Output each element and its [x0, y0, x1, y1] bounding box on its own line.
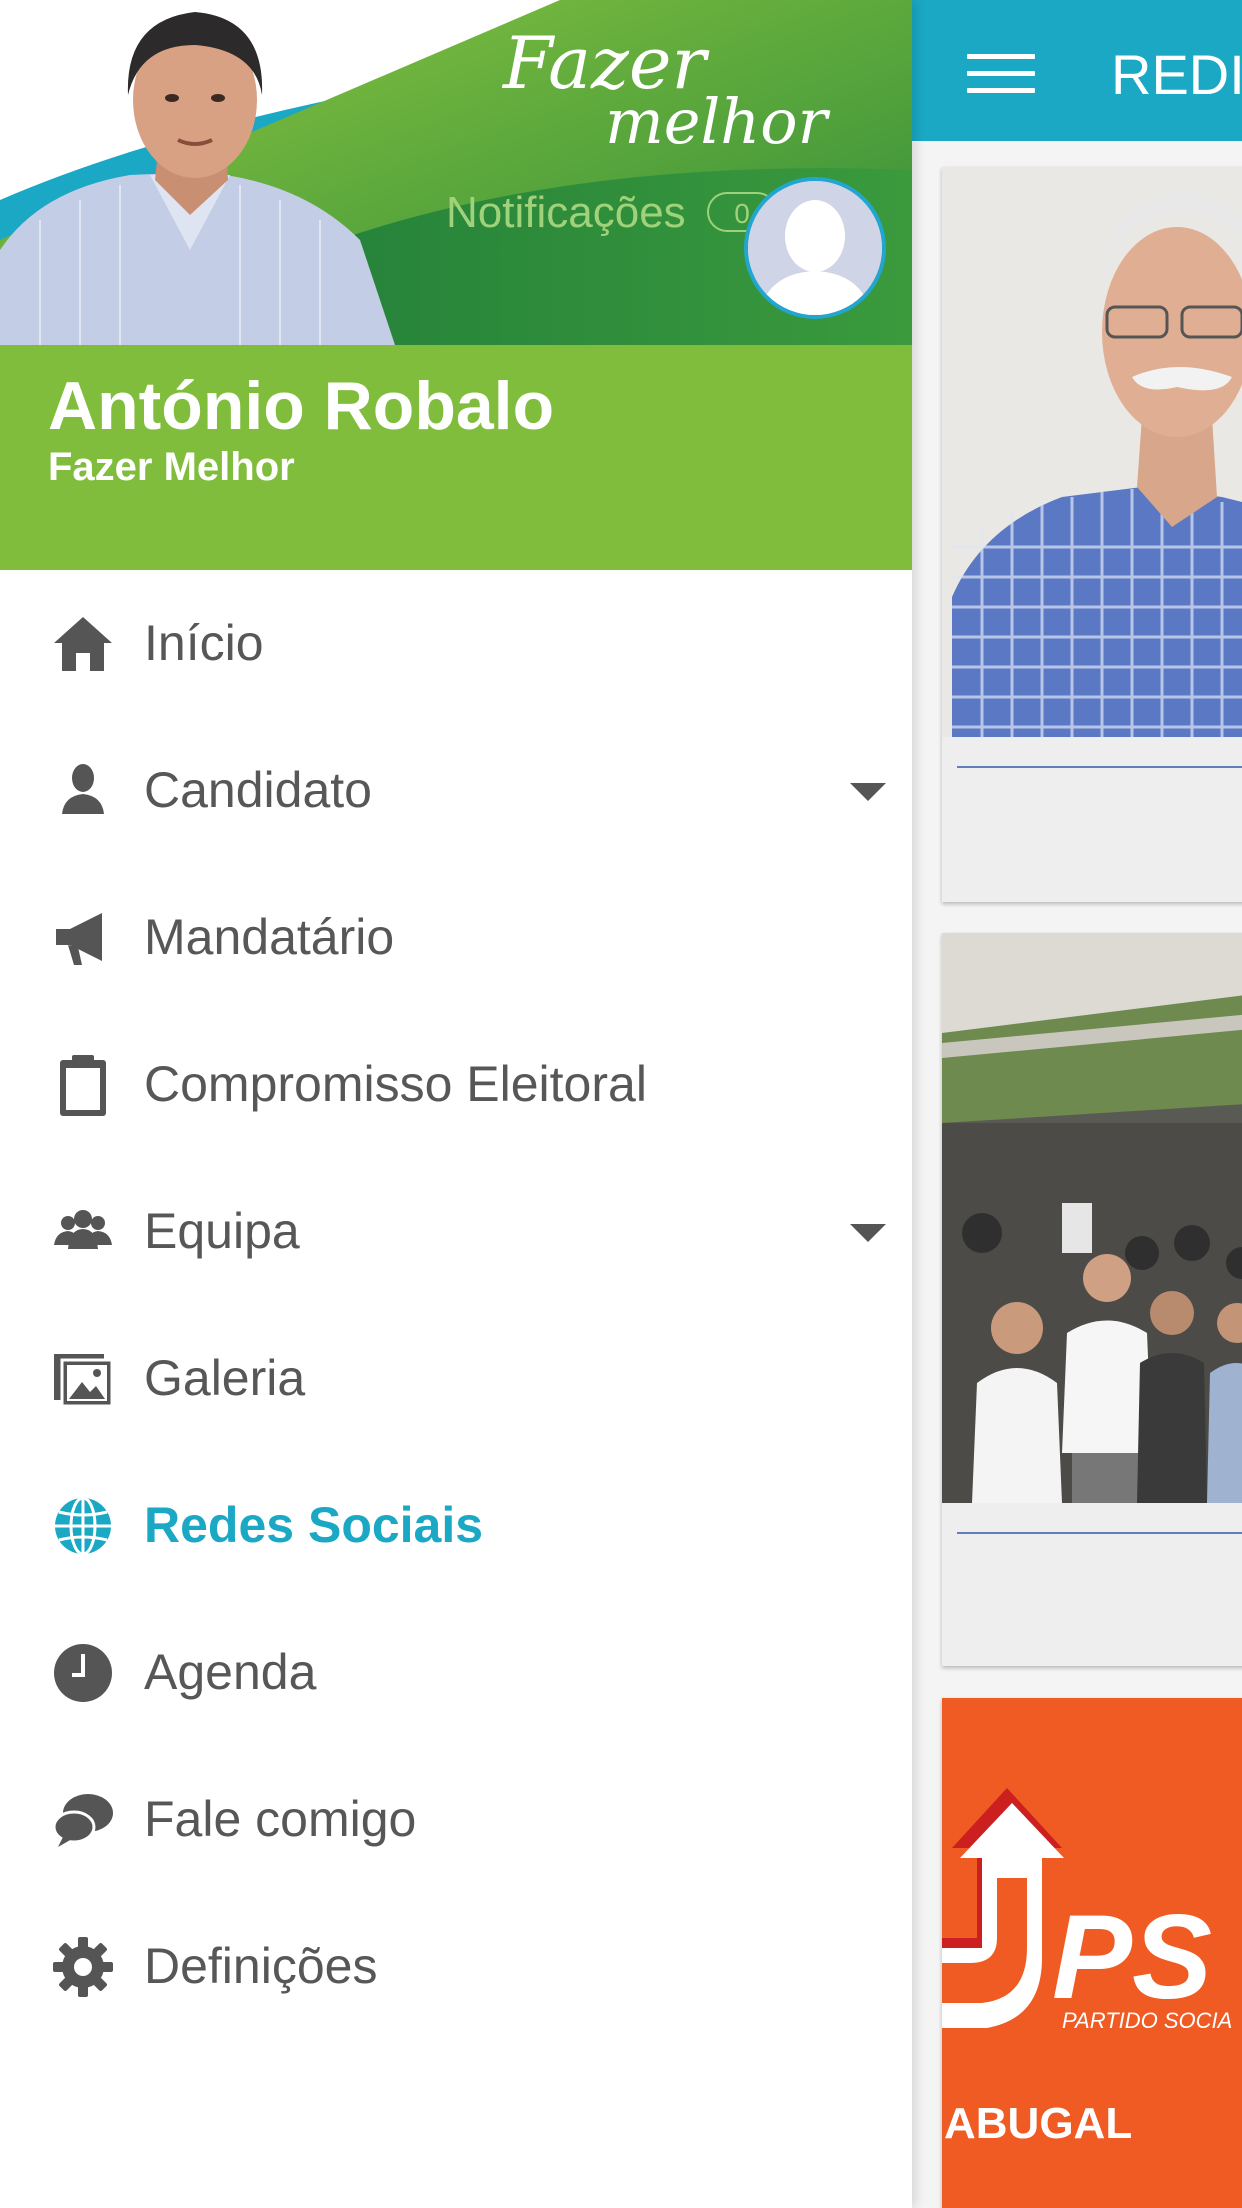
menu-item-mandatario[interactable]: Mandatário	[0, 864, 912, 1011]
menu-item-label: Redes Sociais	[144, 1497, 484, 1553]
menu-item-label: Candidato	[144, 762, 372, 818]
post-card[interactable]	[942, 933, 1242, 1666]
home-icon	[50, 611, 116, 677]
person-icon	[50, 758, 116, 824]
menu-item-label: Agenda	[144, 1644, 317, 1700]
user-info: António Robalo Fazer Melhor	[0, 345, 912, 570]
menu-hamburger-icon[interactable]	[967, 54, 1035, 94]
post-image-market-crowd[interactable]	[942, 933, 1242, 1503]
menu-item-redes-sociais[interactable]: Redes Sociais	[0, 1452, 912, 1599]
default-user-icon	[748, 181, 882, 315]
menu-item-inicio[interactable]: Início	[0, 570, 912, 717]
drawer-menu: Início Candidato Mandatário Compromisso …	[0, 570, 912, 2040]
svg-text:PS: PS	[1052, 1890, 1212, 2024]
chevron-down-icon[interactable]	[850, 783, 886, 801]
menu-item-label: Definições	[144, 1938, 378, 1994]
menu-item-compromisso-eleitoral[interactable]: Compromisso Eleitoral	[0, 1011, 912, 1158]
user-avatar[interactable]	[744, 177, 886, 319]
app-bar: REDI	[912, 0, 1242, 141]
group-icon	[50, 1199, 116, 1265]
user-name: António Robalo	[48, 368, 555, 444]
post-image-man-portrait[interactable]	[942, 167, 1242, 737]
gear-icon	[50, 1934, 116, 2000]
svg-text:ABUGAL: ABUGAL	[944, 2099, 1132, 2148]
menu-item-label: Mandatário	[144, 909, 395, 965]
menu-item-fale-comigo[interactable]: Fale comigo	[0, 1746, 912, 1893]
post-card[interactable]	[942, 167, 1242, 902]
post-divider	[957, 766, 1242, 768]
menu-item-agenda[interactable]: Agenda	[0, 1599, 912, 1746]
globe-icon	[50, 1493, 116, 1559]
page-title: REDI	[1111, 43, 1242, 106]
post-card[interactable]: PS PARTIDO SOCIA ABUGAL	[942, 1698, 1242, 2208]
navigation-drawer: Fazer melhor Notificações 0 António Roba…	[0, 0, 912, 2208]
post-divider	[957, 1532, 1242, 1534]
menu-item-label: Fale comigo	[144, 1791, 417, 1847]
gallery-icon	[50, 1346, 116, 1412]
menu-item-label: Compromisso Eleitoral	[144, 1056, 647, 1112]
chevron-down-icon[interactable]	[850, 1224, 886, 1242]
menu-item-label: Equipa	[144, 1203, 300, 1259]
user-slogan: Fazer Melhor	[48, 445, 295, 489]
clock-icon	[50, 1640, 116, 1706]
menu-item-equipa[interactable]: Equipa	[0, 1158, 912, 1305]
fazer-melhor-logo: Fazer melhor	[495, 18, 835, 158]
clipboard-icon	[50, 1052, 116, 1118]
post-image-ps-poster[interactable]: PS PARTIDO SOCIA ABUGAL	[942, 1698, 1242, 2208]
menu-item-label: Início	[144, 615, 264, 671]
chat-icon	[50, 1787, 116, 1853]
menu-item-definicoes[interactable]: Definições	[0, 1893, 912, 2040]
notifications-label[interactable]: Notificações	[446, 188, 686, 238]
drawer-header-banner: Fazer melhor Notificações 0	[0, 0, 912, 345]
megaphone-icon	[50, 905, 116, 971]
main-content: REDI PS PARTIDO SOCIA ABUGAL	[912, 0, 1242, 2208]
menu-item-label: Galeria	[144, 1350, 306, 1406]
menu-item-galeria[interactable]: Galeria	[0, 1305, 912, 1452]
svg-text:melhor: melhor	[605, 85, 831, 158]
svg-text:PARTIDO SOCIA: PARTIDO SOCIA	[1062, 2008, 1232, 2033]
menu-item-candidato[interactable]: Candidato	[0, 717, 912, 864]
